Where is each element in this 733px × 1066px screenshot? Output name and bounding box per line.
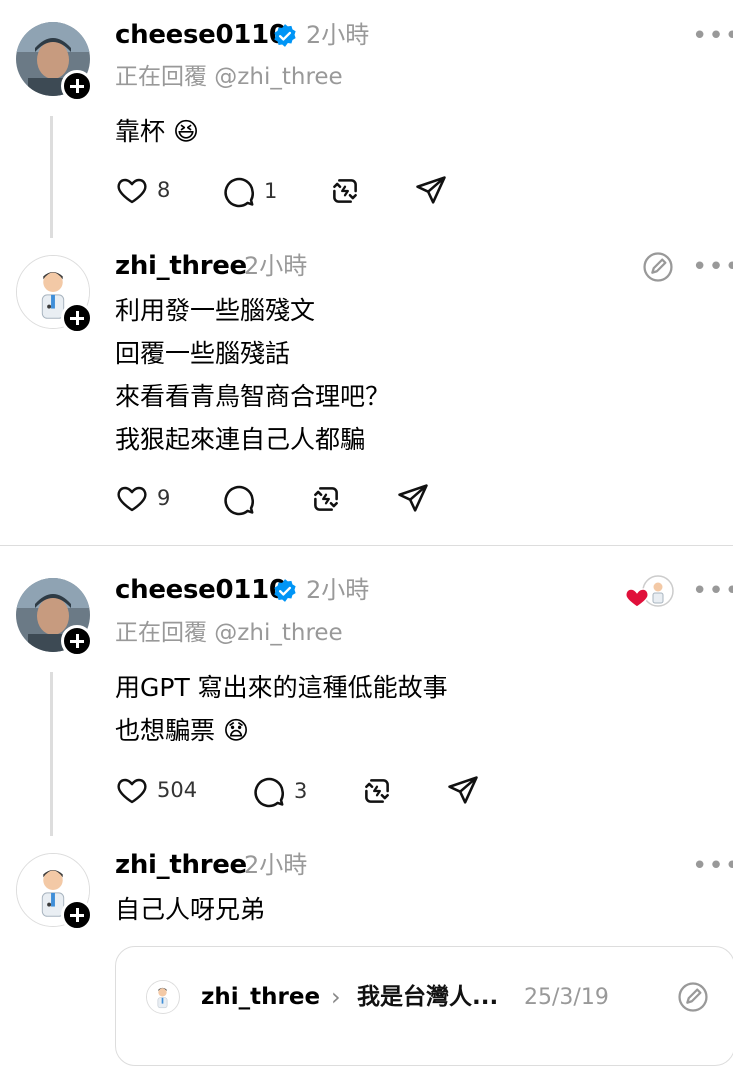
quote-date: 25/3/19: [524, 985, 609, 1010]
follow-plus-icon[interactable]: [61, 70, 93, 102]
post-username[interactable]: zhi_three: [115, 849, 247, 881]
comment-icon: [224, 485, 255, 516]
quote-username[interactable]: zhi_three: [201, 982, 320, 1012]
quoted-post-card[interactable]: zhi_three › 我是台灣人... 25/3/19: [115, 946, 733, 1066]
follow-plus-icon[interactable]: [61, 625, 93, 657]
quote-title: 我是台灣人...: [357, 984, 499, 1010]
repost-icon: [333, 179, 357, 203]
post-text-line: 來看看青鳥智商合理吧？: [115, 382, 391, 411]
comment-icon: [224, 177, 255, 208]
thread-line: [50, 672, 53, 836]
comment-icon: [254, 777, 285, 808]
reply-to-label[interactable]: 正在回覆 @zhi_three: [115, 62, 343, 92]
comment-button[interactable]: [222, 482, 256, 516]
comment-count: 3: [294, 779, 308, 803]
like-button[interactable]: 9: [115, 482, 170, 514]
post-text-line: 靠杯 😆: [115, 117, 200, 146]
quote-edit-icon[interactable]: [676, 980, 710, 1018]
verified-badge-icon: [272, 23, 298, 53]
comment-button[interactable]: 1: [222, 174, 277, 208]
heart-icon: [117, 178, 147, 204]
heart-icon: [117, 778, 147, 804]
thread-line: [50, 116, 53, 238]
post-text-line: 也想騙票 😧: [115, 716, 250, 745]
chevron-right-icon: ›: [331, 983, 341, 1011]
post-username[interactable]: cheese0110: [115, 574, 287, 606]
like-count: 504: [157, 778, 198, 802]
verified-badge-icon: [272, 578, 298, 608]
reply-to-label[interactable]: 正在回覆 @zhi_three: [115, 618, 343, 648]
repost-button[interactable]: [360, 774, 394, 808]
repost-button[interactable]: [309, 482, 343, 516]
repost-icon: [314, 487, 338, 511]
post-time: 2小時: [306, 21, 370, 49]
share-button[interactable]: [414, 174, 448, 208]
follow-plus-icon[interactable]: [61, 899, 93, 931]
share-icon: [398, 484, 428, 512]
share-icon: [416, 176, 446, 204]
more-icon[interactable]: •••: [692, 23, 733, 49]
share-button[interactable]: [446, 774, 480, 808]
like-button[interactable]: 504: [115, 774, 197, 806]
comment-count: 1: [264, 179, 278, 203]
author-liked-indicator: [624, 574, 676, 614]
heart-icon: [117, 486, 147, 512]
share-icon: [448, 776, 478, 804]
post-text-line: 回覆一些腦殘話: [115, 339, 291, 368]
like-count: 9: [157, 486, 171, 510]
more-icon[interactable]: •••: [692, 254, 733, 280]
post-text-line: 我狠起來連自己人都騙: [115, 425, 366, 454]
post-time: 2小時: [244, 252, 308, 280]
repost-icon: [365, 779, 389, 803]
quote-edit-icon[interactable]: [641, 250, 675, 288]
like-button[interactable]: 8: [115, 174, 170, 206]
thread-divider: [0, 545, 733, 546]
post-username[interactable]: cheese0110: [115, 19, 287, 51]
quote-avatar: [146, 980, 180, 1014]
post-text-line: 自己人呀兄弟: [115, 895, 266, 924]
post-text-line: 用GPT 寫出來的這種低能故事: [115, 673, 448, 702]
more-icon[interactable]: •••: [692, 853, 733, 879]
more-icon[interactable]: •••: [692, 578, 733, 604]
post-username[interactable]: zhi_three: [115, 250, 247, 282]
repost-button[interactable]: [328, 174, 362, 208]
follow-plus-icon[interactable]: [61, 302, 93, 334]
post-time: 2小時: [244, 851, 308, 879]
like-count: 8: [157, 178, 171, 202]
share-button[interactable]: [396, 482, 430, 516]
post-text-line: 利用發一些腦殘文: [115, 296, 316, 325]
comment-button[interactable]: 3: [252, 774, 307, 808]
post-time: 2小時: [306, 576, 370, 604]
